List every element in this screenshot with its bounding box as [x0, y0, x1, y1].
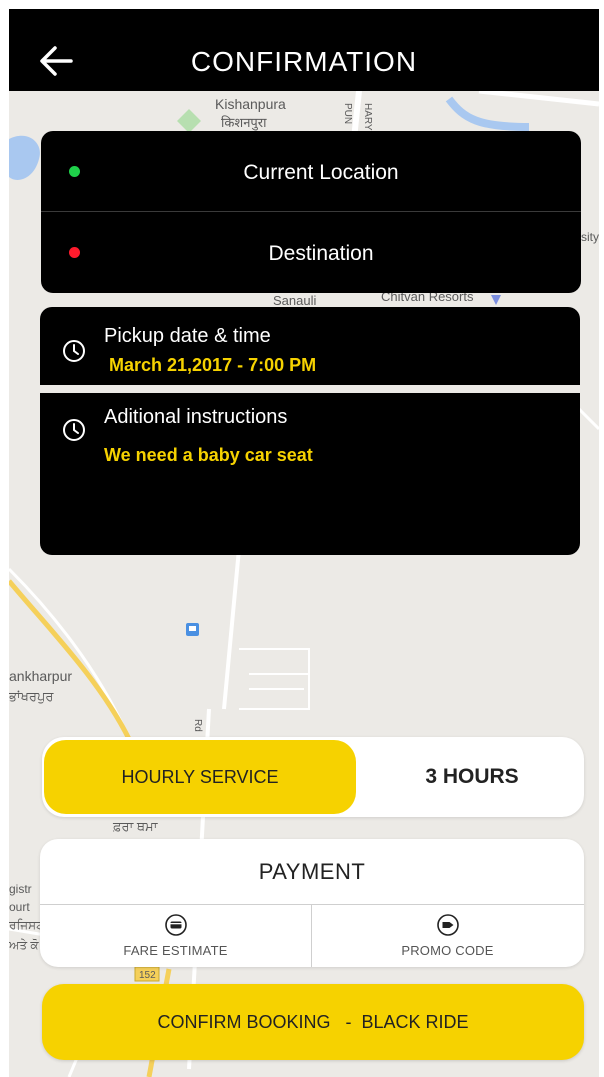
instructions-value: We need a baby car seat [104, 445, 313, 465]
hourly-service-button[interactable]: HOURLY SERVICE [44, 740, 356, 814]
page-title: CONFIRMATION [190, 46, 418, 77]
pickup-location-label: Current Location [243, 161, 399, 184]
map-label-gistr: gistr [9, 882, 32, 896]
map-label-ourt: ourt [9, 900, 30, 914]
map-label-sity: sity [581, 230, 599, 244]
clock-icon [63, 419, 85, 441]
payment-title[interactable]: PAYMENT [40, 859, 584, 885]
pickup-location-row[interactable]: Current Location [41, 131, 581, 211]
confirm-booking-button[interactable]: CONFIRM BOOKING - BLACK RIDE [42, 984, 584, 1060]
instructions-card[interactable]: Aditional instructions We need a baby ca… [40, 393, 580, 555]
app-screen: Kishanpura किशनपुरा HARY PUN Sanauli Chi… [9, 9, 599, 1077]
map-label-sanauli: Sanauli [273, 293, 316, 308]
hours-value[interactable]: 3 HOURS [372, 737, 572, 817]
map-label-pa-3: ਰਜਿਸਟ [9, 918, 44, 932]
destination-label: Destination [268, 242, 374, 265]
pickup-datetime-card[interactable]: Pickup date & time March 21,2017 - 7:00 … [40, 307, 580, 385]
map-label-hary: HARY [362, 103, 373, 131]
destination-row[interactable]: Destination [41, 212, 581, 292]
map-label-pa-4: ਅਤੇ ਕੋ [9, 938, 39, 952]
credit-card-icon [164, 914, 187, 936]
map-label-rd: Rd [192, 719, 203, 732]
pickup-datetime-label: Pickup date & time [104, 325, 271, 347]
map-label-kishanpura-hi: किशनपुरा [221, 115, 267, 131]
location-card: Current Location Destination [41, 131, 581, 293]
fare-estimate-label: FARE ESTIMATE [123, 943, 228, 958]
map-label-pun: PUN [342, 103, 353, 124]
map-label-kishanpura: Kishanpura [215, 96, 286, 112]
header-bar: CONFIRMATION [9, 9, 599, 91]
map-label-152: 152 [139, 970, 156, 981]
service-selector: HOURLY SERVICE 3 HOURS [42, 737, 584, 817]
tag-icon [436, 914, 459, 936]
instructions-label: Aditional instructions [104, 406, 288, 428]
map-label-pa-2: ਫ਼ਰਾ ਥਮਾ [112, 819, 159, 834]
map-label-ankharpur-pa: ਭਾਂਖਰਪੁਰ [9, 689, 54, 704]
pickup-datetime-value: March 21,2017 - 7:00 PM [109, 355, 317, 375]
fare-estimate-button[interactable]: FARE ESTIMATE [40, 905, 311, 967]
promo-code-label: PROMO CODE [401, 943, 494, 958]
map-label-ankharpur: ankharpur [9, 668, 72, 684]
clock-icon [63, 340, 85, 362]
promo-code-button[interactable]: PROMO CODE [312, 905, 583, 967]
payment-card: PAYMENT FARE ESTIMATE PROMO CODE [40, 839, 584, 967]
